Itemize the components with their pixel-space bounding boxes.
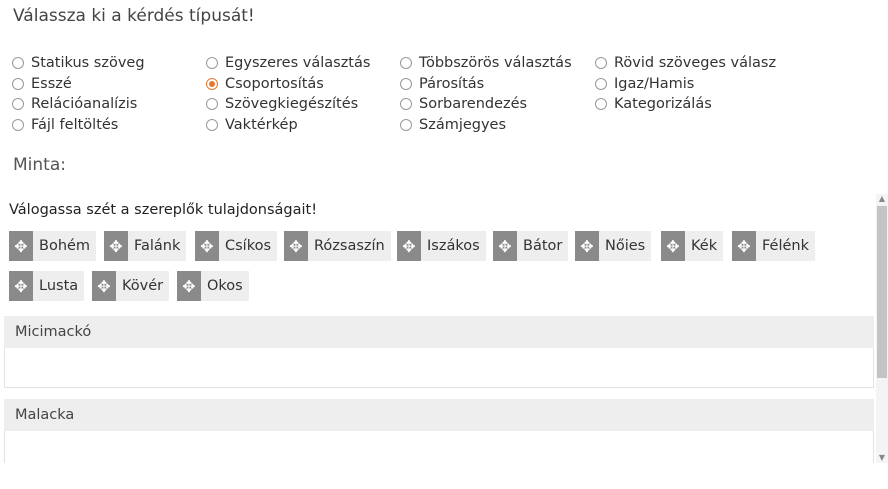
move-arrows-icon[interactable]: ✥ bbox=[493, 231, 517, 261]
radio-button[interactable] bbox=[12, 118, 24, 131]
move-arrows-icon[interactable]: ✥ bbox=[92, 271, 116, 301]
question-type-radio[interactable]: Szövegkiegészítés bbox=[206, 96, 358, 112]
radio-label: Fájl feltöltés bbox=[31, 116, 119, 133]
move-arrows-icon[interactable]: ✥ bbox=[9, 271, 33, 301]
draggable-item-label: Lusta bbox=[39, 278, 79, 294]
move-arrows-icon[interactable]: ✥ bbox=[195, 231, 219, 261]
draggable-item-label: Kék bbox=[691, 238, 718, 254]
question-type-radio[interactable]: Többszörös választás bbox=[400, 55, 572, 71]
draggable-item[interactable]: ✥ Iszákos bbox=[397, 231, 486, 261]
draggable-item-label: Bátor bbox=[523, 238, 563, 254]
move-arrows-icon[interactable]: ✥ bbox=[732, 231, 756, 261]
question-type-radio[interactable]: Fájl feltöltés bbox=[12, 117, 118, 133]
sample-heading: Minta: bbox=[13, 155, 66, 175]
category-group: Malacka bbox=[4, 399, 874, 463]
radio-label: Egyszeres választás bbox=[225, 55, 371, 71]
draggable-item[interactable]: ✥ Falánk bbox=[104, 231, 187, 261]
draggable-item[interactable]: ✥ Lusta bbox=[9, 271, 85, 301]
draggable-item-label: Nőies bbox=[605, 238, 646, 254]
radio-button[interactable] bbox=[206, 57, 218, 69]
radio-button[interactable] bbox=[206, 77, 218, 90]
radio-button[interactable] bbox=[595, 98, 607, 110]
move-arrows-icon[interactable]: ✥ bbox=[397, 231, 421, 261]
draggable-item-label: Csíkos bbox=[225, 238, 272, 254]
scrollbar-thumb[interactable] bbox=[877, 206, 887, 378]
radio-label: Vaktérkép bbox=[225, 116, 298, 133]
question-type-radio[interactable]: Egyszeres választás bbox=[206, 55, 370, 71]
draggable-item[interactable]: ✥ Okos bbox=[177, 271, 249, 301]
draggable-item[interactable]: ✥ Rózsaszín bbox=[284, 231, 391, 261]
move-arrows-icon[interactable]: ✥ bbox=[9, 231, 33, 261]
radio-button[interactable] bbox=[400, 77, 412, 90]
question-type-radio[interactable]: Csoportosítás bbox=[206, 76, 324, 92]
radio-button[interactable] bbox=[595, 77, 607, 90]
radio-label: Rövid szöveges válasz bbox=[614, 55, 777, 71]
radio-label: Igaz/Hamis bbox=[614, 75, 695, 92]
question-type-radio[interactable]: Kategorizálás bbox=[595, 96, 712, 112]
radio-label: Párosítás bbox=[419, 75, 485, 92]
radio-button[interactable] bbox=[400, 98, 412, 110]
panel-scrollbar[interactable]: ▲ ▼ bbox=[876, 194, 888, 463]
draggable-item[interactable]: ✥ Kövér bbox=[92, 271, 170, 301]
scroll-down-icon[interactable]: ▼ bbox=[876, 453, 888, 463]
category-group-title: Malacka bbox=[4, 399, 874, 431]
draggable-item-label: Bohém bbox=[39, 238, 91, 254]
question-type-radio[interactable]: Statikus szöveg bbox=[12, 55, 145, 71]
move-arrows-icon[interactable]: ✥ bbox=[661, 231, 685, 261]
draggable-item-label: Kövér bbox=[122, 278, 164, 294]
question-type-radio[interactable]: Sorbarendezés bbox=[400, 96, 527, 112]
move-arrows-icon[interactable]: ✥ bbox=[575, 231, 599, 261]
radio-label: Relációanalízis bbox=[31, 96, 138, 112]
draggable-item-label: Okos bbox=[207, 278, 243, 294]
move-arrows-icon[interactable]: ✥ bbox=[177, 271, 201, 301]
move-arrows-icon[interactable]: ✥ bbox=[104, 231, 128, 261]
radio-button[interactable] bbox=[12, 77, 24, 90]
radio-label: Csoportosítás bbox=[225, 75, 324, 92]
radio-button[interactable] bbox=[206, 98, 218, 110]
radio-label: Többszörös választás bbox=[419, 55, 572, 71]
draggable-item-label: Félénk bbox=[762, 238, 810, 254]
category-group: Micimackó bbox=[4, 316, 874, 388]
draggable-item[interactable]: ✥ Nőies bbox=[575, 231, 652, 261]
page-title: Válassza ki a kérdés típusát! bbox=[13, 6, 255, 26]
radio-button[interactable] bbox=[400, 118, 412, 131]
draggable-item[interactable]: ✥ Bohém bbox=[9, 231, 97, 261]
radio-label: Esszé bbox=[31, 75, 72, 92]
draggable-item[interactable]: ✥ Bátor bbox=[493, 231, 569, 261]
radio-button[interactable] bbox=[12, 57, 24, 69]
question-type-radio[interactable]: Vaktérkép bbox=[206, 117, 298, 133]
question-type-radio[interactable]: Párosítás bbox=[400, 76, 484, 92]
sample-panel: Válogassa szét a szereplők tulajdonságai… bbox=[4, 194, 888, 463]
radio-label: Szövegkiegészítés bbox=[225, 96, 359, 112]
sample-instruction: Válogassa szét a szereplők tulajdonságai… bbox=[9, 202, 318, 218]
category-drop-zone[interactable] bbox=[4, 431, 874, 463]
draggable-item-label: Falánk bbox=[134, 238, 181, 254]
radio-label: Számjegyes bbox=[419, 116, 507, 133]
draggable-item[interactable]: ✥ Csíkos bbox=[195, 231, 278, 261]
radio-label: Kategorizálás bbox=[614, 96, 712, 112]
category-drop-zone[interactable] bbox=[4, 348, 874, 388]
question-type-radio[interactable]: Igaz/Hamis bbox=[595, 76, 694, 92]
category-group-title: Micimackó bbox=[4, 316, 874, 348]
draggable-item-label: Iszákos bbox=[427, 238, 480, 254]
question-type-radio[interactable]: Esszé bbox=[12, 76, 72, 92]
radio-label: Statikus szöveg bbox=[31, 55, 145, 71]
question-type-radio[interactable]: Számjegyes bbox=[400, 117, 506, 133]
scroll-up-icon[interactable]: ▲ bbox=[876, 194, 888, 204]
radio-label: Sorbarendezés bbox=[419, 96, 528, 112]
question-type-radio[interactable]: Relációanalízis bbox=[12, 96, 137, 112]
question-type-radio[interactable]: Rövid szöveges válasz bbox=[595, 55, 776, 71]
radio-button[interactable] bbox=[12, 98, 24, 110]
radio-button[interactable] bbox=[206, 118, 218, 131]
draggable-item[interactable]: ✥ Kék bbox=[661, 231, 724, 261]
draggable-item-label: Rózsaszín bbox=[314, 238, 385, 254]
move-arrows-icon[interactable]: ✥ bbox=[284, 231, 308, 261]
radio-button[interactable] bbox=[400, 57, 412, 69]
radio-button[interactable] bbox=[595, 57, 607, 69]
draggable-item[interactable]: ✥ Félénk bbox=[732, 231, 816, 261]
